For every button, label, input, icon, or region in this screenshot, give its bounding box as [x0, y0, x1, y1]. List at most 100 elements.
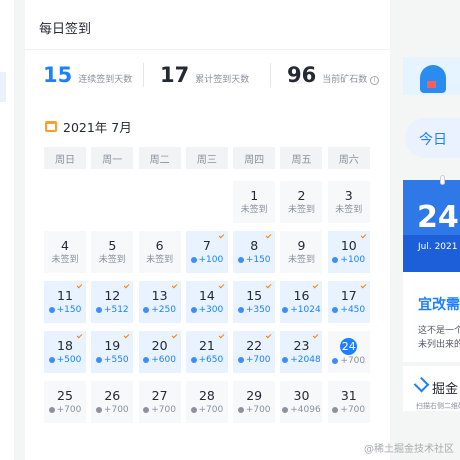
- day-cell[interactable]: 20 +600: [138, 331, 181, 373]
- day-number: 23: [293, 338, 310, 353]
- page-title: 每日签到: [25, 0, 390, 50]
- divider: [143, 63, 144, 87]
- day-number: 27: [151, 388, 168, 403]
- day-number: 7: [202, 238, 211, 253]
- day-cell[interactable]: 27 +700: [138, 381, 181, 423]
- empty-cell: [186, 181, 228, 223]
- day-status-text: +150: [245, 255, 271, 265]
- day-cell[interactable]: 16 +1024: [280, 281, 323, 323]
- ore-icon: [143, 357, 150, 363]
- day-status-text: +500: [56, 355, 82, 365]
- day-status: +1024: [282, 304, 321, 316]
- day-cell[interactable]: 19 +550: [91, 331, 134, 373]
- day-cell[interactable]: 1 未签到: [233, 181, 276, 223]
- mascot-image: [420, 65, 446, 93]
- day-cell[interactable]: 2 未签到: [280, 181, 323, 223]
- day-status: +150: [237, 254, 271, 266]
- day-status: 未签到: [241, 204, 268, 216]
- info-icon[interactable]: i: [370, 76, 380, 85]
- day-cell[interactable]: 7 +100: [185, 231, 228, 273]
- checkmark-icon: [265, 332, 272, 339]
- day-cell[interactable]: 23 +2048: [280, 331, 323, 373]
- day-cell[interactable]: 4 未签到: [44, 231, 86, 273]
- watermark: @稀土掘金技术社区: [364, 444, 454, 455]
- day-cell[interactable]: 12 +512: [91, 281, 134, 323]
- divider: [270, 63, 271, 87]
- day-status: +550: [95, 354, 129, 366]
- ore-icon: [282, 407, 289, 413]
- day-status-text: +350: [245, 305, 271, 315]
- checkmark-icon: [265, 232, 272, 239]
- day-cell[interactable]: 28 +700: [185, 381, 228, 423]
- quote-line-2: 未列出来的: [418, 340, 460, 350]
- day-cell[interactable]: 21 +650: [185, 331, 228, 373]
- day-cell[interactable]: 17 +450: [327, 281, 370, 323]
- day-number: 9: [297, 238, 306, 253]
- ore-icon: [48, 307, 55, 313]
- day-status-text: 未签到: [146, 255, 174, 265]
- day-status: 未签到: [288, 254, 315, 266]
- mascot-banner[interactable]: [403, 57, 460, 95]
- day-status: +700: [237, 404, 271, 416]
- day-status: +700: [143, 404, 176, 416]
- day-cell[interactable]: 26 +700: [91, 381, 134, 423]
- ore-icon: [282, 307, 289, 313]
- day-number: 13: [151, 288, 168, 303]
- checkmark-icon: [218, 332, 225, 339]
- day-cell[interactable]: 6 未签到: [138, 231, 181, 273]
- ore-icon: [190, 307, 197, 313]
- day-cell[interactable]: 10 +100: [327, 231, 370, 273]
- checkmark-icon: [360, 232, 367, 239]
- day-number: 29: [246, 388, 263, 403]
- day-status-text: +700: [198, 405, 224, 415]
- checkin-button[interactable]: 今日: [405, 118, 460, 158]
- empty-cell: [44, 181, 86, 223]
- day-number: 16: [293, 288, 310, 303]
- date-card-month: Jul. 2021: [418, 242, 458, 252]
- day-status-text: +700: [245, 355, 271, 365]
- day-status-text: +700: [340, 405, 366, 415]
- day-status-text: +700: [103, 405, 129, 415]
- checkmark-icon: [76, 282, 83, 289]
- day-status: +700: [332, 355, 365, 367]
- day-status-text: +600: [151, 355, 176, 365]
- day-number: 24: [340, 337, 358, 355]
- day-status: +700: [332, 404, 365, 416]
- day-cell[interactable]: 22 +700: [233, 331, 276, 373]
- day-cell[interactable]: 3 未签到: [327, 181, 370, 223]
- checkmark-icon: [360, 282, 367, 289]
- weekday-label: 周三: [185, 147, 228, 169]
- stat-ore: 96 当前矿石数 i: [287, 63, 380, 87]
- brand-logo: 掘金: [413, 376, 460, 397]
- day-cell[interactable]: 18 +500: [44, 331, 86, 373]
- ore-icon: [237, 357, 244, 363]
- weekday-label: 周二: [138, 147, 181, 169]
- empty-cell: [139, 181, 181, 223]
- day-status-text: 未签到: [240, 205, 268, 215]
- day-cell[interactable]: 30 +4096: [280, 381, 323, 423]
- left-sidebar: [0, 0, 14, 460]
- day-cell[interactable]: 5 未签到: [91, 231, 134, 273]
- brand-name: 掘金: [432, 382, 459, 397]
- day-status: +300: [190, 304, 223, 316]
- stat-total: 17 累计签到天数: [160, 63, 280, 87]
- day-number: 17: [340, 288, 357, 303]
- juejin-logo-icon: [413, 376, 430, 393]
- day-cell[interactable]: 9 未签到: [280, 231, 323, 273]
- day-status: +2048: [282, 354, 321, 366]
- sidebar-selected-item[interactable]: [0, 72, 6, 102]
- day-status: +700: [190, 404, 224, 416]
- checkmark-icon: [123, 282, 130, 289]
- day-cell[interactable]: 29 +700: [233, 381, 276, 423]
- day-cell[interactable]: 11 +150: [44, 281, 86, 323]
- day-cell[interactable]: 25 +700: [44, 381, 86, 423]
- day-cell[interactable]: 13 +250: [138, 281, 181, 323]
- day-status-text: +450: [340, 305, 366, 315]
- day-cell[interactable]: 24 +700: [327, 331, 370, 373]
- day-cell[interactable]: 8 +150: [233, 231, 276, 273]
- day-cell[interactable]: 31 +700: [327, 381, 370, 423]
- day-cell[interactable]: 14 +300: [185, 281, 228, 323]
- day-number: 2: [297, 188, 306, 203]
- day-status: 未签到: [288, 204, 315, 216]
- day-cell[interactable]: 15 +350: [233, 281, 276, 323]
